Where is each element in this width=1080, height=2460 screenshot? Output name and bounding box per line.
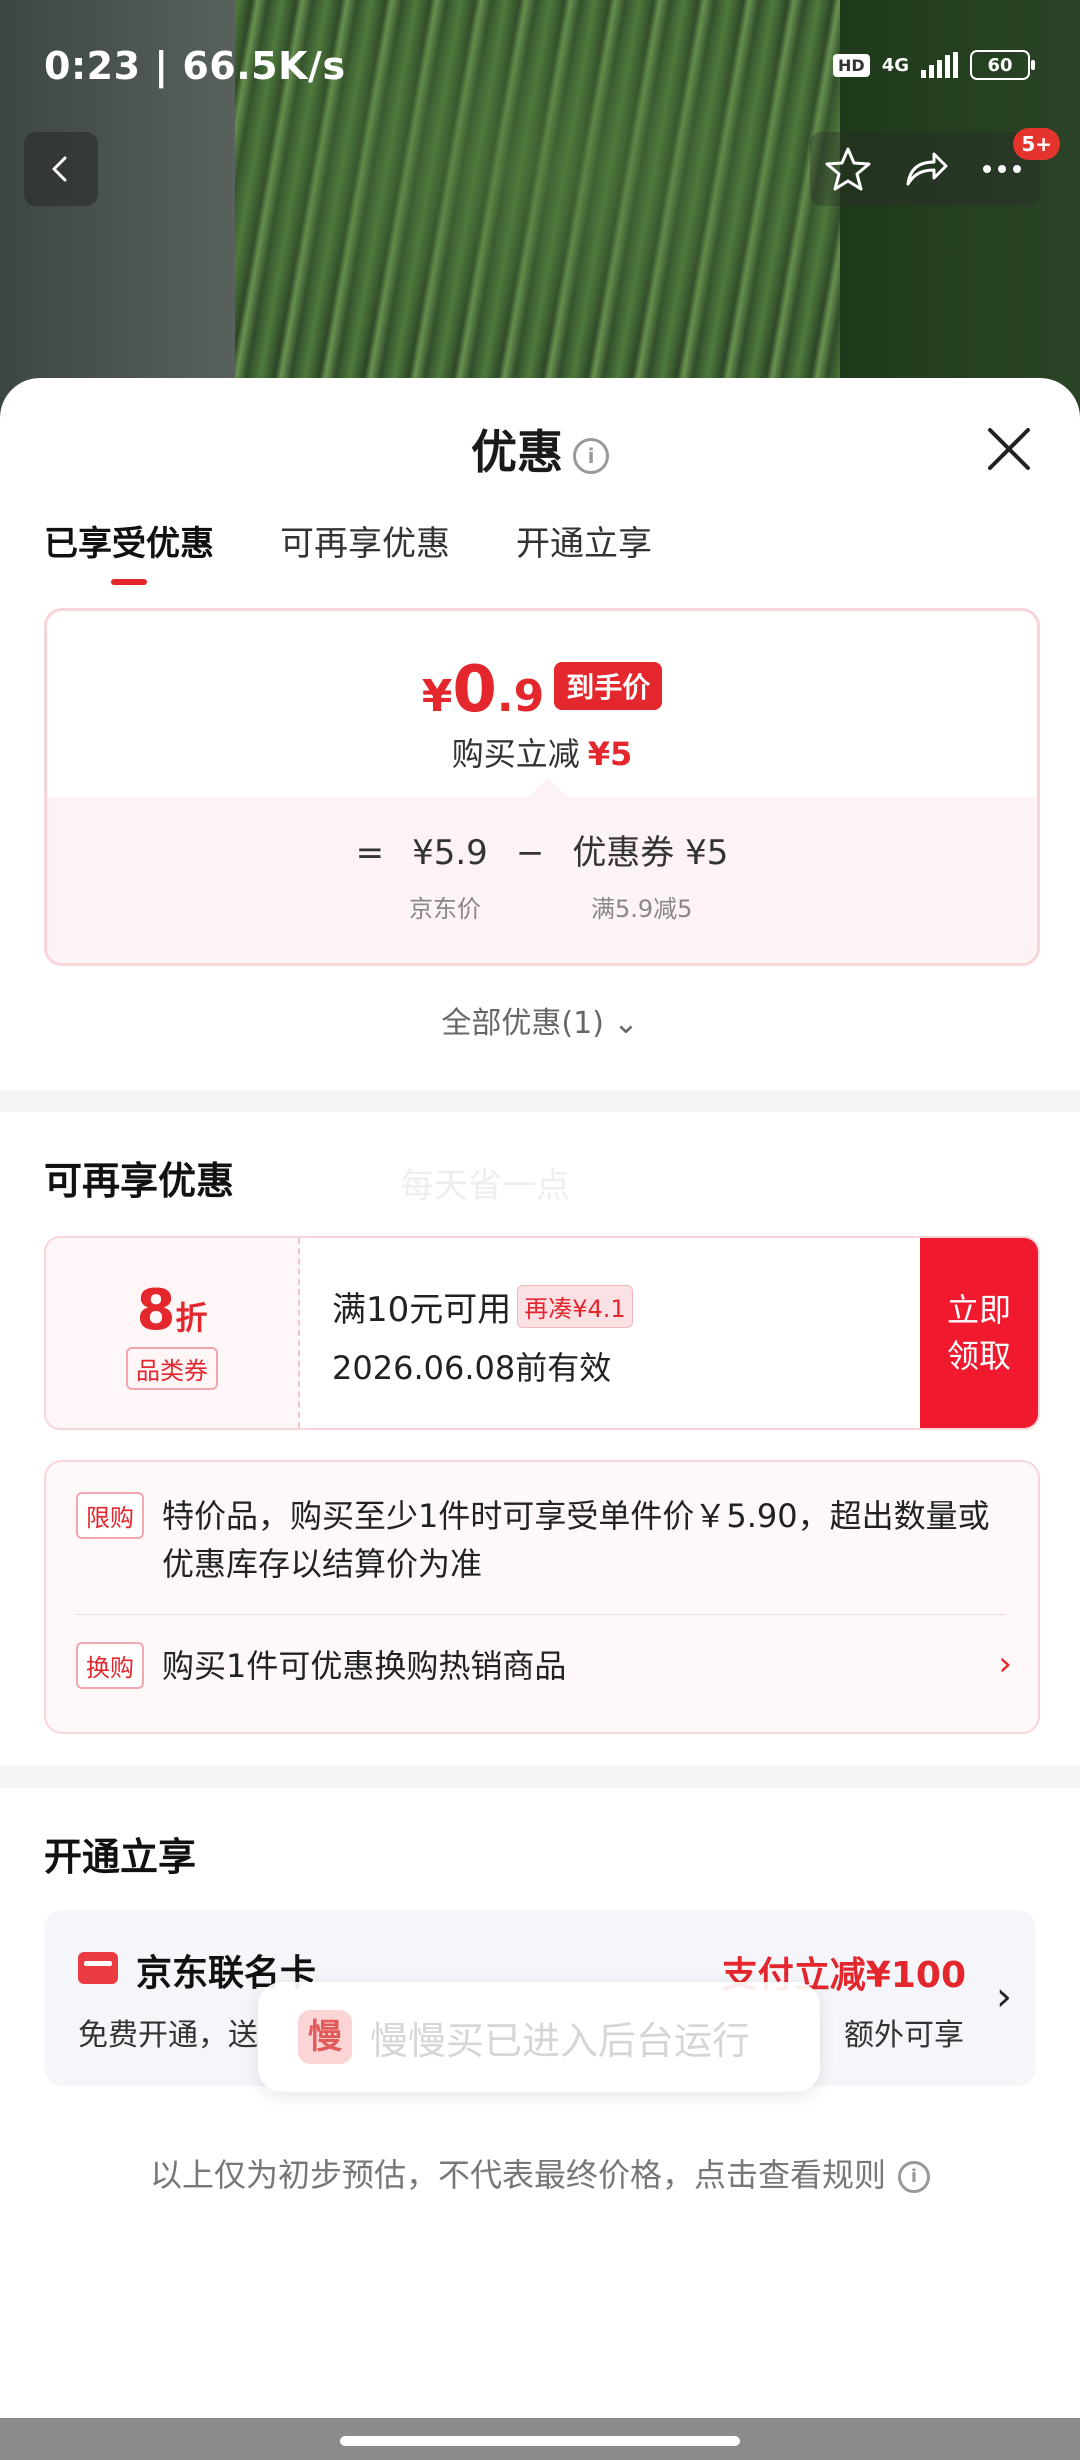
price-integer: 0	[452, 653, 497, 727]
final-price-tag: 到手价	[554, 662, 663, 710]
all-discounts-toggle[interactable]: 全部优惠(1) ⌄	[0, 998, 1080, 1042]
hd-icon: HD	[833, 53, 870, 77]
discount-tabs: 已享受优惠 可再享优惠 开通立享	[44, 516, 652, 585]
formula-original-price: ¥5.9	[412, 833, 488, 873]
coupon-details: 满10元可用 再凑¥4.1 2026.06.08前有效	[332, 1282, 633, 1389]
label-jd-price: 京东价	[409, 895, 481, 923]
coupon-discount-number: 8	[136, 1278, 176, 1343]
price-currency: ¥	[421, 671, 453, 722]
exchange-purchase-tag: 换购	[76, 1642, 144, 1689]
back-arrow-icon	[52, 156, 67, 182]
info-icon[interactable]: i	[898, 2161, 930, 2193]
favorite-star-icon[interactable]	[823, 144, 873, 194]
price-formula-panel: = ¥5.9− 优惠券 ¥5 京东价 满5.9减5	[47, 797, 1037, 963]
price-reduction-label: 购买立减	[451, 735, 580, 773]
claim-coupon-button[interactable]: 立即 领取	[920, 1238, 1038, 1428]
chevron-right-icon[interactable]: ›	[996, 1974, 1012, 2020]
sheet-title: 优惠 i	[0, 416, 1080, 482]
estimate-disclaimer[interactable]: 以上仅为初步预估，不代表最终价格，点击查看规则 i	[0, 2150, 1080, 2196]
home-indicator[interactable]	[340, 2436, 740, 2446]
limit-purchase-tag: 限购	[76, 1492, 144, 1539]
claim-button-line2: 领取	[946, 1337, 1011, 1375]
watermark-text: 每天省一点	[400, 1166, 570, 1206]
price-decimal: .9	[496, 671, 545, 722]
coupon-card: 8折 品类券 满10元可用 再凑¥4.1 2026.06.08前有效 立即领取	[44, 1236, 1040, 1430]
toast-text: 慢慢买已进入后台运行	[370, 2018, 751, 2063]
app-icon: 慢	[298, 2010, 352, 2064]
coupon-condition: 满10元可用 再凑¥4.1	[332, 1282, 633, 1331]
price-formula: = ¥5.9− 优惠券 ¥5	[47, 825, 1037, 874]
message-count-badge: 5+	[1013, 128, 1060, 160]
coupon-add-tag: 再凑¥4.1	[517, 1285, 633, 1328]
special-divider	[76, 1614, 1006, 1615]
exchange-purchase-text: 购买1件可优惠换购热销商品	[162, 1647, 567, 1685]
tab-open-enjoy[interactable]: 开通立享	[516, 516, 652, 585]
final-price: ¥0.9 到手价	[47, 653, 1037, 727]
price-summary: ¥0.9 到手价 购买立减 ¥5	[47, 611, 1037, 797]
label-coupon-rule: 满5.9减5	[591, 895, 693, 923]
back-button[interactable]	[24, 132, 98, 206]
coupon-expiry: 2026.06.08前有效	[332, 1349, 612, 1387]
background-run-toast: 慢 慢慢买已进入后台运行	[258, 1982, 820, 2092]
price-reduction: 购买立减 ¥5	[47, 729, 1037, 775]
battery-icon: 60	[970, 50, 1035, 80]
top-actions	[810, 132, 1040, 206]
coupon-discount: 8折	[46, 1278, 298, 1343]
price-reduction-amount: ¥5	[587, 735, 633, 773]
tab-enjoyed[interactable]: 已享受优惠	[44, 516, 214, 585]
share-icon[interactable]	[900, 144, 950, 194]
credit-card-icon	[78, 1952, 118, 1984]
limit-purchase-text: 特价品，购买至少1件时可享受单件价￥5.90，超出数量或优惠库存以结算价为准	[162, 1497, 990, 1583]
limit-purchase-row: 限购 特价品，购买至少1件时可享受单件价￥5.90，超出数量或优惠库存以结算价为…	[76, 1492, 1016, 1588]
final-price-card: ¥0.9 到手价 购买立减 ¥5 = ¥5.9− 优惠券 ¥5 京东价 满5.9减5	[44, 608, 1040, 966]
disclaimer-text: 以上仅为初步预估，不代表最终价格，点击查看规则	[149, 2156, 886, 2194]
coupon-condition-text: 满10元可用	[332, 1290, 512, 1330]
close-icon[interactable]	[984, 424, 1034, 474]
cobrand-card-desc: 免费开通，送	[78, 2018, 258, 2053]
tab-more-available[interactable]: 可再享优惠	[280, 516, 450, 585]
status-icons: HD 4G 60	[833, 50, 1035, 80]
exchange-purchase-row[interactable]: 换购 购买1件可优惠换购热销商品	[76, 1642, 1016, 1690]
section-divider	[0, 1766, 1080, 1788]
formula-coupon: 优惠券 ¥5	[572, 833, 729, 873]
claim-button-line1: 立即	[946, 1291, 1011, 1329]
formula-minus: −	[515, 833, 545, 873]
coupon-discount-unit: 折	[175, 1299, 208, 1337]
section-divider	[0, 1090, 1080, 1112]
signal-icon	[921, 52, 958, 78]
info-icon[interactable]: i	[573, 437, 609, 474]
formula-equals: =	[355, 833, 385, 873]
status-time: 0:23 | 66.5K/s	[44, 44, 346, 88]
coupon-value: 8折 品类券	[46, 1238, 300, 1428]
cobrand-card-extra: 额外可享	[844, 2018, 964, 2053]
coupon-type-badge: 品类券	[126, 1347, 218, 1390]
chevron-right-icon[interactable]: ›	[998, 1644, 1012, 1684]
network-type: 4G	[881, 54, 909, 76]
section-title-more: 可再享优惠	[44, 1159, 235, 1203]
special-offers-box: 限购 特价品，购买至少1件时可享受单件价￥5.90，超出数量或优惠库存以结算价为…	[44, 1460, 1040, 1734]
section-title-open: 开通立享	[44, 1835, 197, 1879]
status-bar: 0:23 | 66.5K/s HD 4G 60	[0, 0, 1080, 130]
sheet-title-text: 优惠	[471, 425, 563, 479]
battery-level: 60	[987, 54, 1013, 76]
